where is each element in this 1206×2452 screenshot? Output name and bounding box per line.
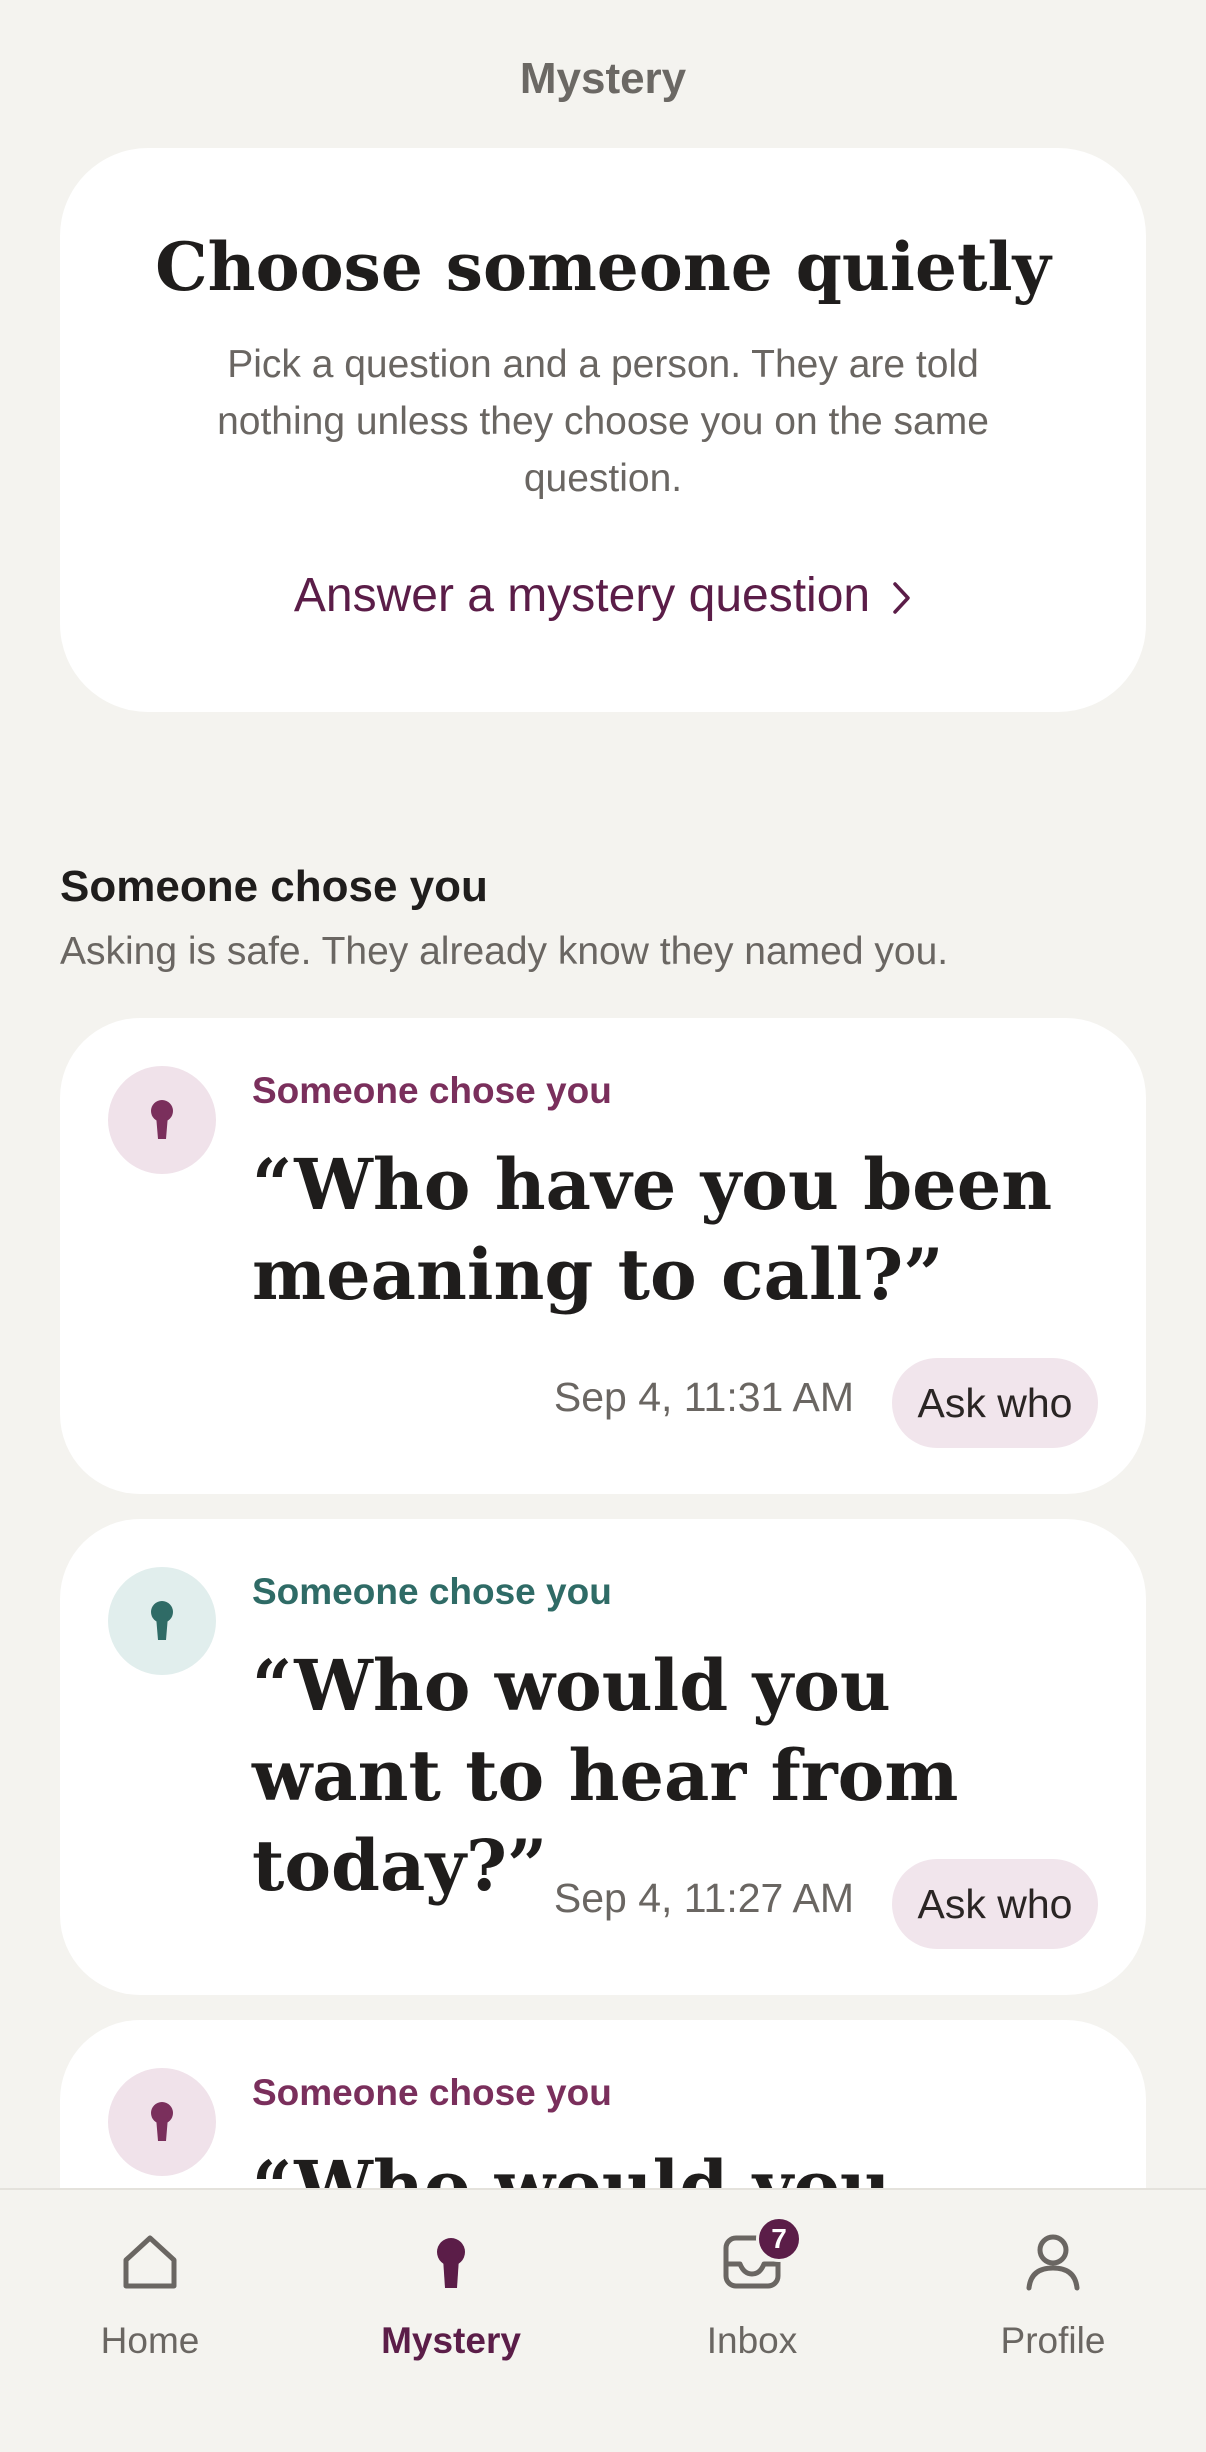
section-title: Someone chose you (60, 862, 488, 911)
card-question: “Who have you been meaning to call?” (252, 1143, 1053, 1316)
ask-who-button[interactable]: Ask who (892, 1358, 1098, 1448)
tab-inbox-label: Inbox (706, 2320, 798, 2361)
answer-mystery-link[interactable]: Answer a mystery question (60, 568, 1146, 623)
keyhole-icon (437, 2238, 465, 2288)
ask-who-button[interactable]: Ask who (892, 1859, 1098, 1949)
chevron-right-icon (893, 581, 910, 614)
card-eyebrow: Someone chose you (252, 1571, 612, 1612)
keyhole-icon (151, 1601, 173, 1640)
scroll-content[interactable]: Choose someone quietly Pick a question a… (0, 0, 1206, 2188)
card-question: “Who would you want to (252, 2145, 891, 2188)
keyhole-icon (151, 2102, 173, 2141)
tab-mystery-label: Mystery (381, 2320, 521, 2361)
tab-home[interactable]: Home (30, 2230, 270, 2380)
tab-profile-label: Profile (1000, 2320, 1106, 2361)
card-badge (108, 1066, 216, 1174)
tab-mystery[interactable]: Mystery (331, 2230, 571, 2380)
answer-mystery-link-label: Answer a mystery question (293, 569, 871, 622)
mystery-card[interactable]: Someone chose you “Who have you been mea… (60, 1018, 1146, 1494)
tab-inbox[interactable]: 7 Inbox (632, 2216, 872, 2380)
profile-icon (1026, 2234, 1080, 2291)
card-timestamp: Sep 4, 11:31 AM (553, 1374, 854, 1420)
section-subtitle: Asking is safe. They already know they n… (60, 930, 949, 973)
hero-title: Choose someone quietly (155, 228, 1051, 306)
card-eyebrow: Someone chose you (252, 2072, 612, 2113)
bottom-tab-bar: Home Mystery 7 Inbox Profile (0, 2188, 1206, 2452)
hero-card: Choose someone quietly Pick a question a… (60, 148, 1146, 712)
card-badge (108, 1567, 216, 1675)
tab-home-label: Home (100, 2320, 200, 2361)
home-icon (123, 2235, 177, 2289)
mystery-card[interactable]: Someone chose you “Who would you want to (60, 2020, 1146, 2188)
card-timestamp: Sep 4, 11:27 AM (553, 1875, 854, 1921)
mystery-card[interactable]: Someone chose you “Who would you want to… (60, 1519, 1146, 1995)
hero-description: Pick a question and a person. They are t… (217, 343, 989, 500)
keyhole-icon (151, 1100, 173, 1139)
tab-profile[interactable]: Profile (933, 2230, 1173, 2380)
card-badge (108, 2068, 216, 2176)
inbox-count-badge: 7 (756, 2216, 802, 2262)
card-eyebrow: Someone chose you (252, 1070, 612, 1111)
